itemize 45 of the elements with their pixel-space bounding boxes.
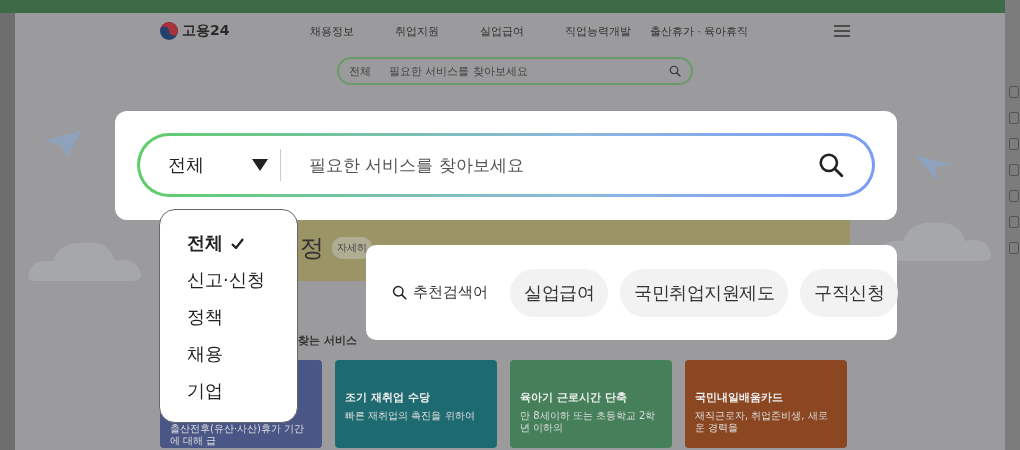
card-description: 재직근로자, 취업준비생, 새로운 경력을 xyxy=(695,410,829,434)
service-card[interactable]: 국민내일배움카드 재직근로자, 취업준비생, 새로운 경력을 xyxy=(685,360,847,448)
keyword-chip[interactable]: 구직신청 xyxy=(800,268,898,317)
category-select[interactable]: 전체 xyxy=(168,153,252,177)
keyword-chip[interactable]: 국민취업지원제도 xyxy=(620,268,788,317)
site-logo[interactable]: 고용24 xyxy=(182,22,230,40)
recommended-label: 추천검색어 xyxy=(413,283,488,302)
nav-link[interactable]: 채용정보 xyxy=(310,23,395,39)
logo-icon xyxy=(160,22,178,40)
quick-menu-icon[interactable] xyxy=(1009,112,1019,124)
paper-plane-icon xyxy=(43,131,81,157)
check-icon xyxy=(231,237,244,249)
nav-link[interactable]: 취업지원 xyxy=(395,23,480,39)
quick-menu-icon[interactable] xyxy=(1009,216,1019,228)
dropdown-arrow-icon[interactable] xyxy=(252,159,268,171)
nav-link[interactable]: 직업능력개발 xyxy=(565,23,650,39)
quick-menu-icon[interactable] xyxy=(1009,190,1019,202)
menu-item[interactable]: 신고·신청 xyxy=(187,267,297,293)
paper-plane-icon xyxy=(915,155,953,181)
menu-item[interactable]: 정책 xyxy=(187,304,297,330)
banner-heading: 정 xyxy=(300,233,324,264)
search-icon[interactable] xyxy=(818,152,844,178)
service-card[interactable]: 조기 재취업 수당 빠른 재취업의 촉진을 위하여 xyxy=(335,360,497,448)
service-card[interactable]: 육아기 근로시간 단축 만 8세이하 또는 초등학교 2학년 이하의 xyxy=(510,360,672,448)
menu-item[interactable]: 전체 xyxy=(187,230,297,256)
search-icon xyxy=(392,285,407,300)
details-button[interactable]: 자세히 xyxy=(332,237,372,259)
card-title: 국민내일배움카드 xyxy=(695,390,784,405)
card-description: 만 8세이하 또는 초등학교 2학년 이하의 xyxy=(520,410,657,434)
nav-link[interactable]: 실업급여 xyxy=(480,23,565,39)
keyword-chip[interactable]: 실업급여 xyxy=(510,268,608,317)
menu-icon[interactable] xyxy=(834,25,850,37)
card-title: 육아기 근로시간 단축 xyxy=(520,390,628,405)
card-title: 조기 재취업 수당 xyxy=(345,390,431,405)
menu-item[interactable]: 기업 xyxy=(187,378,297,404)
quick-menu-icon[interactable] xyxy=(1009,138,1019,150)
menu-item[interactable]: 채용 xyxy=(187,341,297,367)
quick-menu-icon[interactable] xyxy=(1009,86,1019,98)
card-description: 빠른 재취업의 촉진을 위하여 xyxy=(345,410,476,422)
quick-menu-icon[interactable] xyxy=(1009,164,1019,176)
search-field[interactable]: 전체 필요한 서비스를 찾아보세요 xyxy=(337,57,693,85)
nav-link[interactable]: 출산휴가 · 육아휴직 xyxy=(650,23,749,39)
quick-menu-icon[interactable] xyxy=(1009,242,1019,254)
section-title: 찾는 서비스 xyxy=(298,333,358,348)
card-description: 출산전후(유산·사산)휴가 기간에 대해 급 xyxy=(170,423,306,447)
